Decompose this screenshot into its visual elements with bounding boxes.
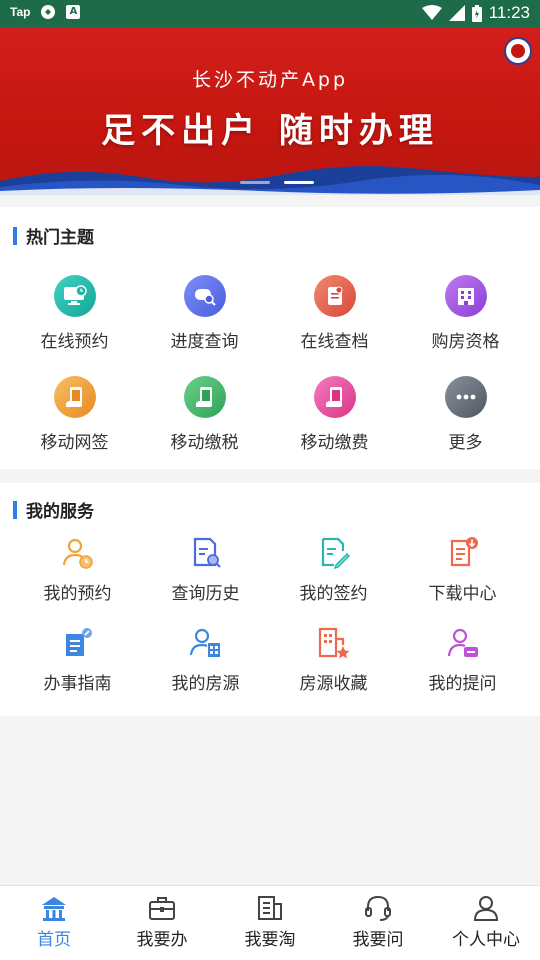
carousel-dot-active[interactable]	[284, 181, 314, 184]
service-label: 我的签约	[299, 584, 368, 604]
service-my-appointments[interactable]: 我的预约	[10, 535, 145, 604]
hot-topics-section: 热门主题 在线预约 进度查询 在线查档 购房资格 移动网签 移动缴税 移动缴费 …	[0, 207, 540, 469]
mobile-pay-icon	[313, 376, 356, 418]
section-title: 我的服务	[26, 502, 94, 522]
sync-icon	[41, 5, 56, 19]
hot-topic-label: 移动网签	[40, 433, 109, 453]
service-label: 我的提问	[428, 674, 497, 694]
home-icon	[42, 897, 66, 921]
user-question-icon	[447, 628, 478, 657]
a-icon: A	[66, 5, 81, 19]
hot-topic-label: 移动缴税	[170, 433, 239, 453]
building-icon	[444, 275, 487, 317]
section-title: 热门主题	[26, 228, 94, 248]
hot-topic-label: 购房资格	[431, 332, 500, 352]
more-icon	[444, 376, 487, 418]
hot-topic-label: 更多	[448, 433, 483, 453]
doc-sign-icon	[321, 537, 350, 570]
section-header: 我的服务	[13, 497, 94, 522]
banner-subtitle: 长沙不动产App	[191, 69, 349, 91]
tab-profile[interactable]: 个人中心	[432, 886, 540, 960]
carousel-dot[interactable]	[240, 181, 270, 184]
section-header: 热门主题	[13, 223, 94, 248]
hot-topic-label: 在线查档	[300, 332, 369, 352]
guide-icon	[65, 628, 92, 656]
clock: 11:23	[488, 3, 530, 22]
tab-label: 首页	[37, 930, 71, 950]
service-my-contracts[interactable]: 我的签约	[266, 535, 401, 604]
service-my-properties[interactable]: 我的房源	[138, 625, 273, 694]
section-accent-bar	[13, 500, 17, 519]
service-label: 我的房源	[171, 674, 240, 694]
person-icon	[473, 896, 499, 921]
tab-handle[interactable]: 我要办	[108, 886, 216, 960]
hot-topic-online-archive[interactable]: 在线查档	[267, 275, 402, 352]
banner-wave-decoration	[0, 166, 540, 195]
hot-topic-label: 移动缴费	[300, 433, 369, 453]
briefcase-icon	[149, 897, 175, 920]
status-bar-right: 11:23	[421, 3, 530, 23]
building-list-icon	[258, 896, 282, 920]
service-download-center[interactable]: 下载中心	[395, 535, 530, 604]
signal-icon	[448, 5, 465, 21]
search-card-icon	[183, 275, 226, 317]
service-label: 查询历史	[171, 584, 240, 604]
tab-home[interactable]: 首页	[0, 886, 108, 960]
hot-topic-mobile-signing[interactable]: 移动网签	[7, 376, 142, 453]
building-star-icon	[318, 627, 349, 659]
tab-label: 个人中心	[452, 930, 520, 950]
service-label: 办事指南	[43, 674, 112, 694]
hot-topic-mobile-payment[interactable]: 移动缴费	[267, 376, 402, 453]
service-property-favorites[interactable]: 房源收藏	[266, 625, 401, 694]
battery-icon	[471, 4, 482, 22]
service-label: 房源收藏	[299, 674, 368, 694]
hot-topic-more[interactable]: 更多	[398, 376, 533, 453]
section-accent-bar	[13, 226, 17, 245]
tab-ask[interactable]: 我要问	[324, 886, 432, 960]
status-bar: Tap A 11:23	[0, 0, 540, 27]
service-label: 下载中心	[428, 584, 497, 604]
doc-download-icon	[450, 537, 478, 567]
service-guide[interactable]: 办事指南	[10, 625, 145, 694]
tap-app-label: Tap	[10, 5, 31, 19]
document-icon	[313, 275, 356, 317]
wifi-icon	[421, 5, 442, 20]
user-building-icon	[189, 628, 220, 657]
banner-carousel[interactable]: 长沙不动产App 足不出户 随时办理	[0, 27, 540, 195]
bottom-tab-bar: 首页 我要办 我要淘 我要问 个人中心	[0, 885, 540, 960]
monitor-clock-icon	[53, 275, 96, 317]
doc-search-icon	[193, 537, 221, 568]
hot-topic-label: 在线预约	[40, 332, 109, 352]
emblem-icon	[504, 37, 532, 65]
hot-topic-mobile-tax[interactable]: 移动缴税	[137, 376, 272, 453]
mobile-tax-icon	[183, 376, 226, 418]
service-label: 我的预约	[43, 584, 112, 604]
banner-headline: 足不出户 随时办理	[101, 111, 439, 151]
tab-browse[interactable]: 我要淘	[216, 886, 324, 960]
hot-topic-progress-query[interactable]: 进度查询	[137, 275, 272, 352]
carousel-indicator	[240, 181, 314, 184]
service-query-history[interactable]: 查询历史	[138, 535, 273, 604]
tab-label: 我要问	[352, 930, 404, 950]
hot-topic-purchase-eligibility[interactable]: 购房资格	[398, 275, 533, 352]
status-bar-left: Tap A	[10, 4, 81, 20]
my-services-section: 我的服务 我的预约 查询历史 我的签约 下载中心 办事指南 我的房源 房源收藏 …	[0, 483, 540, 716]
headset-icon	[365, 895, 391, 921]
user-clock-icon	[62, 538, 93, 569]
tab-label: 我要淘	[244, 930, 296, 950]
mobile-sign-icon	[53, 376, 96, 418]
hot-topic-label: 进度查询	[170, 332, 239, 352]
tab-label: 我要办	[136, 930, 188, 950]
service-my-questions[interactable]: 我的提问	[395, 625, 530, 694]
hot-topic-online-appointment[interactable]: 在线预约	[7, 275, 142, 352]
